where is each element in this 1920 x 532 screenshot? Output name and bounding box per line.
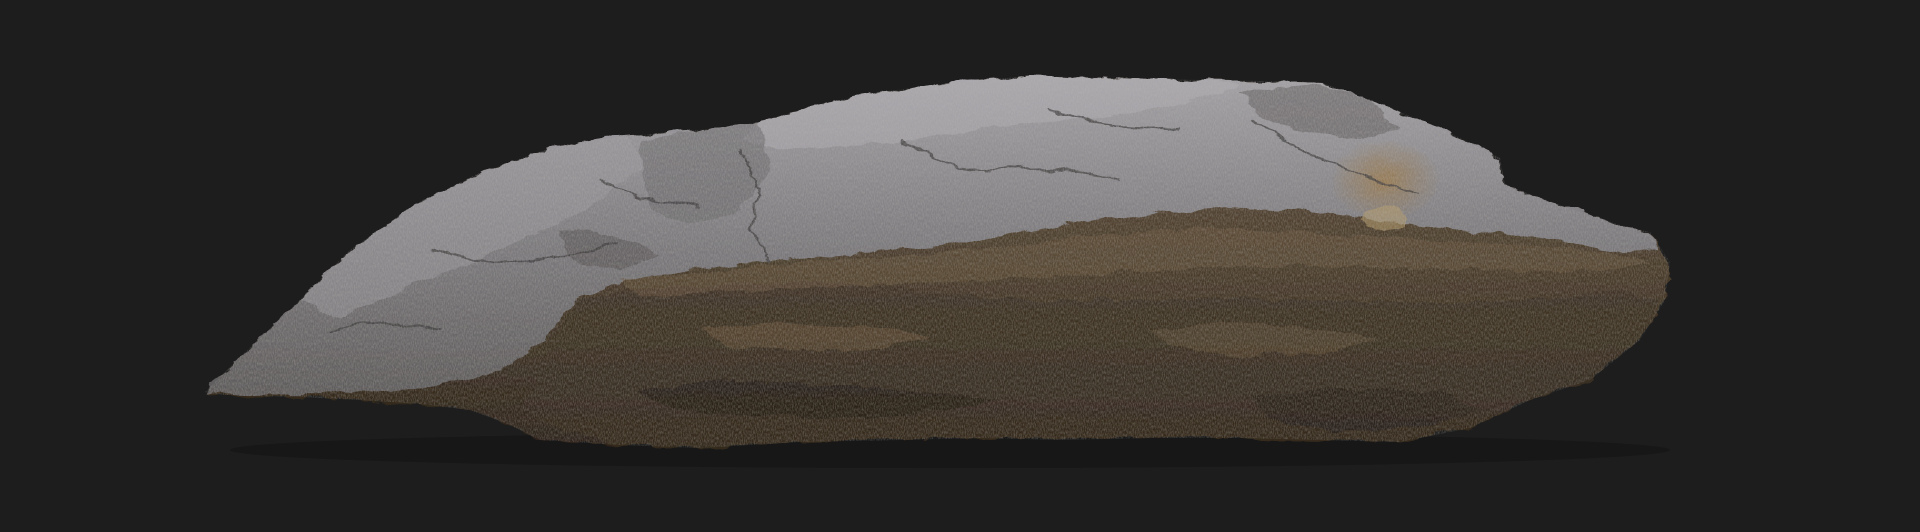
rock-scan-render [205,76,1670,468]
rock-texture-grain [205,76,1670,448]
viewport-background [0,0,1920,532]
